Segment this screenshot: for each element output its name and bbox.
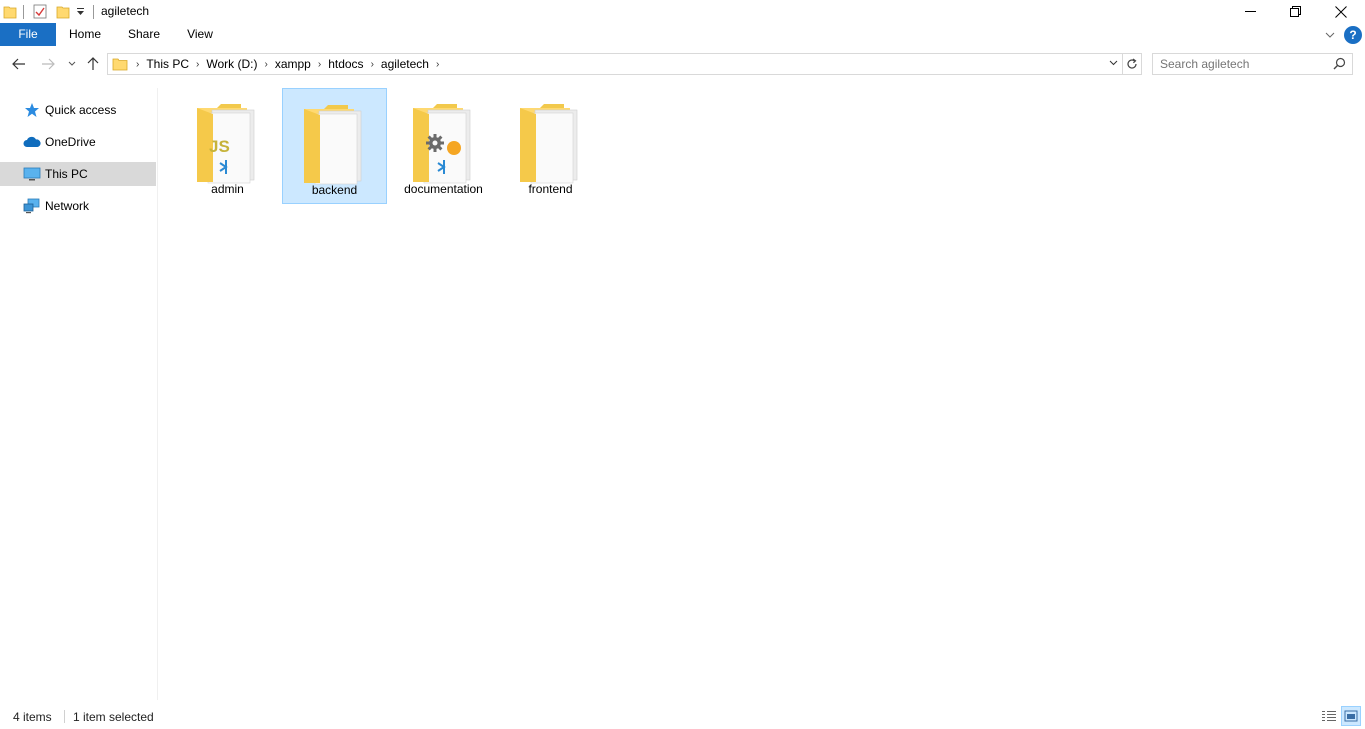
chevron-down-icon — [1109, 60, 1118, 66]
address-history-dropdown[interactable] — [1109, 60, 1118, 66]
address-bar[interactable]: › This PC › Work (D:) › xampp › htdocs ›… — [107, 53, 1123, 75]
folder-item-frontend[interactable]: frontend — [498, 88, 603, 204]
chevron-down-icon — [68, 61, 76, 66]
folder-icon — [112, 57, 128, 71]
breadcrumb-xampp[interactable]: xampp — [272, 57, 314, 71]
sidebar-item-network[interactable]: Network — [0, 194, 156, 218]
up-button[interactable] — [83, 54, 103, 74]
back-button[interactable] — [9, 54, 29, 74]
chevron-down-icon — [1325, 32, 1335, 38]
toolbar-divider — [93, 5, 94, 19]
help-icon: ? — [1349, 27, 1357, 42]
tab-home[interactable]: Home — [66, 23, 104, 46]
recent-locations-button[interactable] — [62, 54, 82, 74]
sidebar-item-quick-access[interactable]: Quick access — [0, 98, 156, 122]
sidebar-item-label: This PC — [45, 167, 88, 181]
item-count: 4 items — [13, 710, 52, 724]
navigation-pane: Quick access OneDrive This PC Network — [0, 88, 157, 698]
file-list: JS admin backend documentation frontend — [158, 82, 1365, 700]
title-bar: agiletech — [0, 0, 1365, 23]
computer-icon — [23, 166, 41, 182]
network-icon — [23, 198, 41, 214]
breadcrumb-separator[interactable]: › — [367, 59, 378, 70]
tab-file[interactable]: File — [0, 23, 56, 46]
ribbon-tabs: File Home Share View ? — [0, 23, 1365, 46]
search-icon[interactable] — [1333, 57, 1346, 73]
details-view-button[interactable] — [1319, 706, 1339, 726]
restore-icon — [1289, 6, 1301, 17]
sidebar-item-label: OneDrive — [45, 135, 96, 149]
minimize-icon — [1244, 11, 1256, 12]
status-bar: 4 items 1 item selected — [0, 704, 1365, 729]
star-icon — [23, 102, 41, 118]
breadcrumb-htdocs[interactable]: htdocs — [325, 57, 366, 71]
breadcrumb-separator[interactable]: › — [260, 59, 271, 70]
folder-icon — [299, 97, 371, 187]
selection-count: 1 item selected — [73, 710, 154, 724]
arrow-right-icon — [42, 58, 55, 70]
tab-view[interactable]: View — [183, 23, 217, 46]
js-folder-icon: JS — [192, 96, 264, 186]
sidebar-item-label: Network — [45, 199, 90, 213]
folder-icon — [3, 3, 17, 20]
close-button[interactable] — [1318, 0, 1364, 23]
search-box[interactable] — [1152, 53, 1353, 75]
arrow-up-icon — [87, 57, 99, 70]
breadcrumb-this-pc[interactable]: This PC — [143, 57, 192, 71]
breadcrumb-work-drive[interactable]: Work (D:) — [203, 57, 260, 71]
refresh-icon — [1126, 58, 1137, 69]
breadcrumb-separator[interactable]: › — [132, 59, 143, 70]
sidebar-item-label: Quick access — [45, 103, 117, 117]
cloud-icon — [23, 134, 41, 150]
address-row: › This PC › Work (D:) › xampp › htdocs ›… — [0, 50, 1365, 78]
large-icons-view-button[interactable] — [1341, 706, 1361, 726]
status-divider — [64, 710, 65, 723]
new-folder-icon[interactable] — [56, 3, 70, 20]
restore-button[interactable] — [1272, 0, 1318, 23]
minimize-button[interactable] — [1227, 0, 1273, 23]
properties-icon[interactable] — [33, 3, 47, 20]
folder-icon — [515, 96, 587, 186]
svg-text:JS: JS — [209, 137, 230, 156]
refresh-button[interactable] — [1122, 53, 1142, 75]
folder-item-documentation[interactable]: documentation — [391, 88, 496, 204]
sidebar-item-this-pc[interactable]: This PC — [0, 162, 156, 186]
sidebar-item-onedrive[interactable]: OneDrive — [0, 130, 156, 154]
expand-ribbon-button[interactable] — [1320, 25, 1340, 45]
forward-button[interactable] — [38, 54, 58, 74]
help-button[interactable]: ? — [1344, 25, 1362, 44]
breadcrumb-separator[interactable]: › — [432, 59, 443, 70]
window-title: agiletech — [101, 4, 150, 18]
customize-toolbar-icon[interactable] — [76, 3, 85, 20]
search-input[interactable] — [1160, 57, 1325, 71]
large-icons-view-icon — [1344, 710, 1358, 722]
tab-share[interactable]: Share — [124, 23, 164, 46]
arrow-left-icon — [12, 58, 25, 70]
settings-folder-icon — [408, 96, 480, 186]
close-icon — [1335, 5, 1347, 18]
folder-item-backend[interactable]: backend — [282, 88, 387, 204]
breadcrumb-separator[interactable]: › — [192, 59, 203, 70]
folder-item-admin[interactable]: JS admin — [175, 88, 280, 204]
breadcrumb-agiletech[interactable]: agiletech — [378, 57, 432, 71]
toolbar-divider — [23, 5, 24, 19]
details-view-icon — [1322, 711, 1336, 721]
breadcrumb-separator[interactable]: › — [314, 59, 325, 70]
